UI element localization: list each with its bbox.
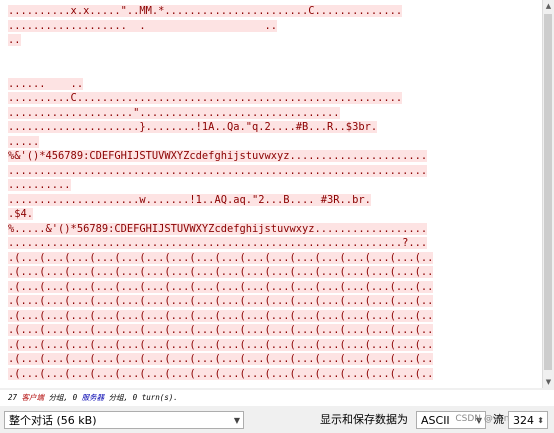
stream-line: ........................................… — [8, 236, 538, 251]
vertical-scrollbar[interactable]: ▲ ▼ — [542, 0, 554, 388]
stream-line-text: ................... . .. — [8, 19, 277, 32]
stream-line-text: ..........C.............................… — [8, 92, 403, 104]
stream-line: .(...(...(...(...(...(...(...(...(...(..… — [8, 338, 538, 353]
stream-line-text: ........................................… — [8, 164, 428, 177]
stream-line: .....................}........!1A..Qa."q… — [8, 120, 538, 135]
spinner-arrows-icon[interactable]: ⬍ — [537, 412, 544, 430]
stream-lines: ..........x.x....."..MM.*...............… — [8, 4, 538, 381]
stream-line-text: .(...(...(...(...(...(...(...(...(...(..… — [8, 251, 434, 264]
stream-line-text: .....................}........!1A..Qa."q… — [8, 121, 378, 133]
stream-line-text: %&'()*456789:CDEFGHIJSTUVWXYZcdefghijstu… — [8, 150, 428, 162]
stream-line — [8, 62, 538, 77]
show-save-label: 显示和保存数据为 — [320, 413, 408, 426]
stream-line-text: .(...(...(...(...(...(...(...(...(...(..… — [8, 280, 434, 293]
stream-line-text: .(...(...(...(...(...(...(...(...(...(..… — [8, 295, 434, 307]
stream-line: .....................w.......!1..AQ.aq."… — [8, 193, 538, 208]
stream-line: .......... — [8, 178, 538, 193]
server-count: 0 — [72, 393, 78, 402]
stream-line: .(...(...(...(...(...(...(...(...(...(..… — [8, 265, 538, 280]
stream-line: .(...(...(...(...(...(...(...(...(...(..… — [8, 323, 538, 338]
format-select-value: ASCII — [421, 414, 450, 427]
stream-line: %.....&'()*56789:CDEFGHIJSTUVWXYZcdefghi… — [8, 222, 538, 237]
stream-line: ..........x.x....."..MM.*...............… — [8, 4, 538, 19]
client-unit: 分组, — [48, 393, 69, 402]
stream-line — [8, 48, 538, 63]
stream-line: .(...(...(...(...(...(...(...(...(...(..… — [8, 251, 538, 266]
stream-line-text: ...... .. — [8, 77, 84, 90]
stream-line-text: .(...(...(...(...(...(...(...(...(...(..… — [8, 309, 434, 322]
bottom-controls: 整个对话 (56 kB) ▼ 显示和保存数据为 ASCII ▼ CSDN @ya… — [0, 408, 554, 433]
stream-line: ..... — [8, 135, 538, 150]
stream-line-text: ...................."...................… — [8, 106, 340, 119]
server-label: 服务器 — [81, 393, 105, 402]
server-unit: 分组, — [108, 393, 129, 402]
follow-stream-text-view[interactable]: ..........x.x....."..MM.*...............… — [0, 0, 543, 388]
stream-line-text: .(...(...(...(...(...(...(...(...(...(..… — [8, 324, 434, 336]
stream-line: .(...(...(...(...(...(...(...(...(...(..… — [8, 352, 538, 367]
client-label: 客户端 — [21, 393, 45, 402]
stream-line: .(...(...(...(...(...(...(...(...(...(..… — [8, 367, 538, 382]
stream-line-text: .......... — [8, 179, 71, 191]
stream-line: .. — [8, 33, 538, 48]
stream-line: .$4. — [8, 207, 538, 222]
stream-line-text: ..... — [8, 135, 40, 148]
stream-line-text: .....................w.......!1..AQ.aq."… — [8, 193, 371, 206]
stream-line: .(...(...(...(...(...(...(...(...(...(..… — [8, 280, 538, 295]
stream-line: .(...(...(...(...(...(...(...(...(...(..… — [8, 309, 538, 324]
stream-line: ..........C.............................… — [8, 91, 538, 106]
turns-count: 0 turn(s). — [132, 393, 178, 402]
stream-line-text: .$4. — [8, 208, 34, 220]
stream-line: %&'()*456789:CDEFGHIJSTUVWXYZcdefghijstu… — [8, 149, 538, 164]
stream-line: .(...(...(...(...(...(...(...(...(...(..… — [8, 294, 538, 309]
stream-line-text: .(...(...(...(...(...(...(...(...(...(..… — [8, 338, 434, 351]
scroll-down-arrow-icon[interactable]: ▼ — [543, 376, 554, 388]
stream-line: ...................."...................… — [8, 106, 538, 121]
stream-label: 流 — [493, 413, 504, 426]
scrollbar-thumb[interactable] — [544, 14, 552, 370]
stream-line-text: %.....&'()*56789:CDEFGHIJSTUVWXYZcdefghi… — [8, 222, 428, 235]
stream-summary: 27 客户端 分组, 0 服务器 分组, 0 turn(s). — [0, 390, 554, 406]
scroll-up-arrow-icon[interactable]: ▲ — [543, 0, 554, 12]
conversation-select-value: 整个对话 (56 kB) — [9, 414, 97, 427]
stream-number-stepper[interactable]: 324 ⬍ — [508, 411, 548, 429]
stream-line: ................... . .. — [8, 19, 538, 34]
stream-line-text: .(...(...(...(...(...(...(...(...(...(..… — [8, 353, 434, 365]
stream-line: ...... .. — [8, 77, 538, 92]
stream-line-text: ........................................… — [8, 237, 428, 249]
stream-number-value: 324 — [513, 414, 534, 427]
stream-line: ........................................… — [8, 164, 538, 179]
stream-line-text: .. — [8, 34, 21, 46]
stream-line-text: ..........x.x....."..MM.*...............… — [8, 5, 403, 17]
client-count: 27 — [8, 393, 18, 402]
stream-line-text: .(...(...(...(...(...(...(...(...(...(..… — [8, 266, 434, 278]
stream-line-text: .(...(...(...(...(...(...(...(...(...(..… — [8, 367, 434, 380]
chevron-down-icon: ▼ — [233, 416, 240, 425]
conversation-select[interactable]: 整个对话 (56 kB) ▼ — [4, 411, 244, 429]
